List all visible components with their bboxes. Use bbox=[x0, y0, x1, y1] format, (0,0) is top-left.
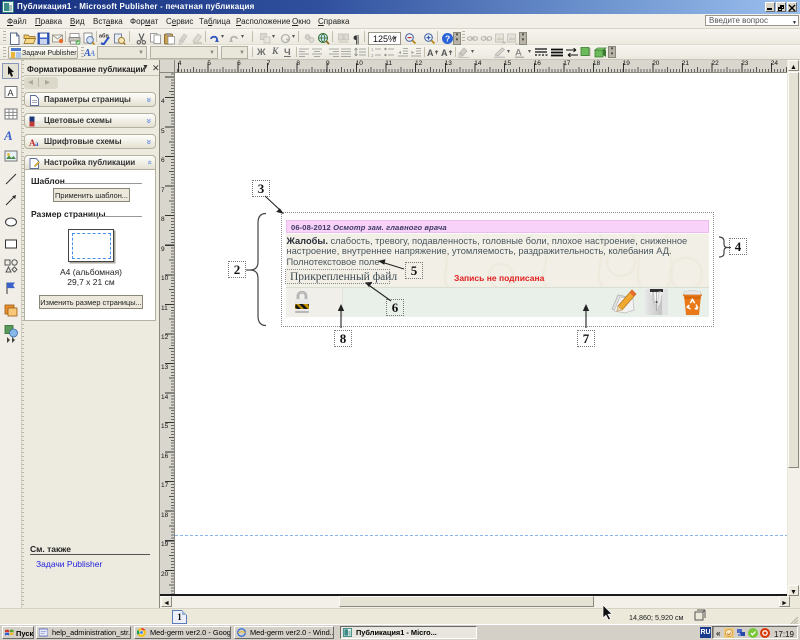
svg-text:¶: ¶ bbox=[353, 32, 359, 45]
svg-text:A: A bbox=[8, 88, 14, 98]
svg-text:а: а bbox=[35, 140, 39, 148]
svg-text:А: А bbox=[515, 48, 522, 59]
svg-text:А: А bbox=[441, 48, 448, 58]
svg-text:А: А bbox=[89, 49, 96, 58]
svg-text:A: A bbox=[4, 128, 13, 142]
svg-text:2: 2 bbox=[371, 53, 374, 58]
svg-text:?: ? bbox=[445, 33, 450, 43]
svg-text:А: А bbox=[427, 48, 434, 58]
svg-text:1: 1 bbox=[371, 47, 374, 52]
